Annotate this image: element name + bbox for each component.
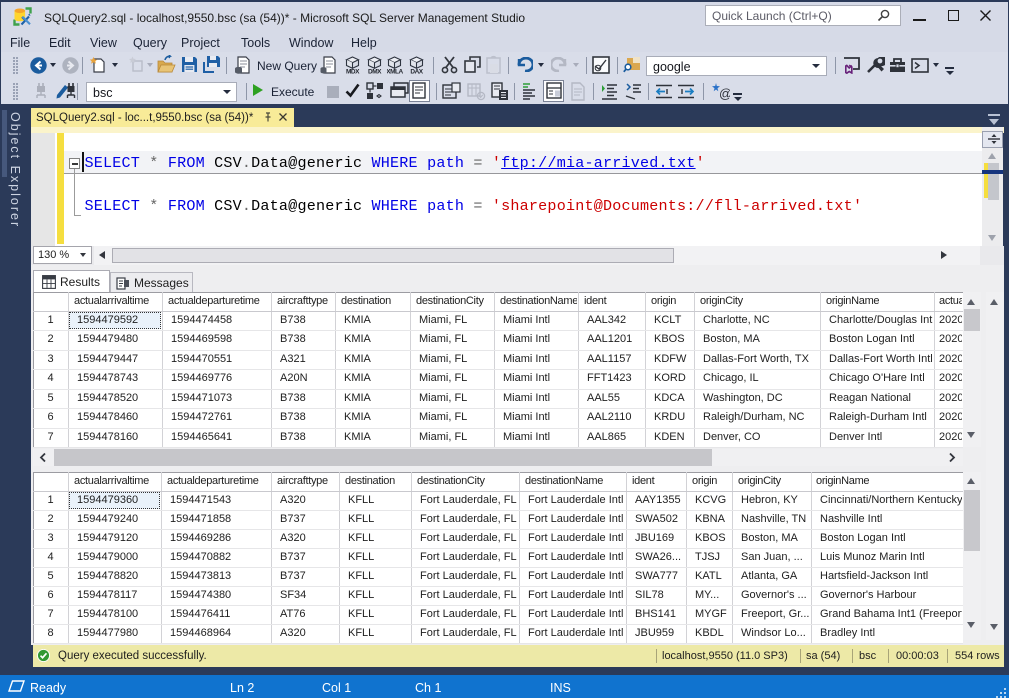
svg-text:XMLA: XMLA xyxy=(387,69,404,75)
svg-text:MDX: MDX xyxy=(346,69,360,75)
svg-text:DAX: DAX xyxy=(410,69,423,75)
svg-text:@: @ xyxy=(719,86,730,101)
svg-text:DMX: DMX xyxy=(368,69,382,75)
